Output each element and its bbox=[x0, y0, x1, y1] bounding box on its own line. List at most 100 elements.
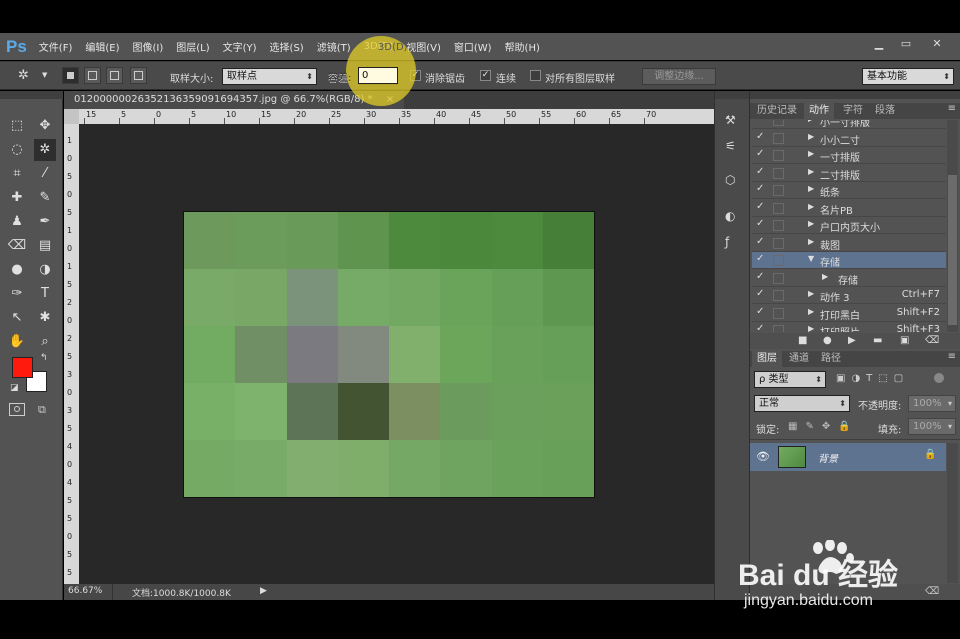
action-dialog-toggle[interactable] bbox=[773, 167, 784, 179]
quick-mask-icon[interactable] bbox=[9, 403, 25, 416]
collapsed-triangle-icon[interactable]: ▶ bbox=[808, 184, 814, 193]
action-enabled-check-icon[interactable]: ✓ bbox=[756, 201, 764, 212]
action-dialog-toggle[interactable] bbox=[773, 255, 784, 266]
tab-layers[interactable]: 图层 bbox=[752, 351, 782, 367]
tool-preset-arrow-icon[interactable]: ▼ bbox=[42, 71, 47, 79]
action-row[interactable]: ✓ ▶ 打印照片 Shift+F3 bbox=[752, 322, 946, 332]
action-enabled-check-icon[interactable]: ✓ bbox=[756, 323, 764, 332]
play-icon[interactable]: ▶ bbox=[848, 335, 856, 346]
collapsed-triangle-icon[interactable]: ▶ bbox=[808, 237, 814, 246]
action-dialog-toggle[interactable] bbox=[773, 325, 784, 332]
zoom-tool-icon[interactable]: ⌕ bbox=[34, 331, 56, 353]
action-dialog-toggle[interactable] bbox=[773, 132, 784, 144]
clone-stamp-tool-icon[interactable]: ♟ bbox=[6, 211, 28, 233]
menu-layer[interactable]: 图层(L) bbox=[176, 39, 209, 54]
action-dialog-toggle[interactable] bbox=[773, 307, 784, 319]
action-row[interactable]: ✓ ▼ 存储 bbox=[752, 252, 946, 269]
collapsed-triangle-icon[interactable]: ▶ bbox=[808, 167, 814, 176]
layers-scrollbar[interactable] bbox=[947, 443, 958, 583]
collapsed-triangle-icon[interactable]: ▶ bbox=[808, 289, 814, 298]
action-row[interactable]: ✓ ▶ 一寸排版 bbox=[752, 147, 946, 164]
magic-wand-icon[interactable]: ✲ bbox=[18, 68, 29, 83]
intersect-selection-button[interactable] bbox=[130, 67, 147, 84]
action-enabled-check-icon[interactable]: ✓ bbox=[756, 131, 764, 142]
tab-actions[interactable]: 动作 bbox=[804, 103, 834, 119]
menu-file[interactable]: 文件(F) bbox=[39, 39, 73, 54]
action-dialog-toggle[interactable] bbox=[773, 185, 784, 196]
action-row[interactable]: ✓ ▶ 名片PB bbox=[752, 200, 946, 217]
status-menu-arrow-icon[interactable]: ▶ bbox=[260, 586, 267, 596]
fill-input[interactable]: 100% ▾ bbox=[908, 418, 956, 435]
collapsed-triangle-icon[interactable]: ▶ bbox=[808, 202, 814, 211]
restore-button[interactable]: ▭ bbox=[895, 37, 917, 51]
lasso-tool-icon[interactable]: ◌ bbox=[6, 139, 28, 161]
action-enabled-check-icon[interactable]: ✓ bbox=[756, 288, 764, 299]
tab-paths[interactable]: 路径 bbox=[816, 351, 846, 367]
action-enabled-check-icon[interactable]: ✓ bbox=[756, 183, 764, 194]
stop-icon[interactable]: ■ bbox=[798, 335, 807, 346]
new-set-icon[interactable]: ▬ bbox=[873, 335, 882, 346]
delete-action-icon[interactable]: ⌫ bbox=[925, 335, 939, 346]
default-colors-icon[interactable]: ◪ bbox=[10, 383, 19, 393]
collapsed-triangle-icon[interactable]: ▶ bbox=[822, 272, 828, 281]
brush-tool-icon[interactable]: ✎ bbox=[34, 187, 56, 209]
menu-edit[interactable]: 编辑(E) bbox=[85, 39, 119, 54]
menu-view[interactable]: 视图(V) bbox=[406, 39, 441, 54]
collapsed-triangle-icon[interactable]: ▶ bbox=[808, 307, 814, 316]
action-dialog-toggle[interactable] bbox=[773, 290, 784, 301]
actions-scrollbar[interactable] bbox=[947, 120, 958, 332]
pen-tool-icon[interactable]: ✑ bbox=[6, 283, 28, 305]
menu-image[interactable]: 图像(I) bbox=[132, 39, 163, 54]
collapsed-triangle-icon[interactable]: ▶ bbox=[808, 149, 814, 158]
action-dialog-toggle[interactable] bbox=[773, 120, 784, 126]
action-row[interactable]: ✓ ▶ 户口内页大小 bbox=[752, 217, 946, 234]
eyedropper-tool-icon[interactable]: ⁄ bbox=[34, 163, 56, 185]
action-row[interactable]: ✓ ▶ 小一寸排版 bbox=[752, 120, 946, 129]
marquee-tool-icon[interactable]: ⬚ bbox=[6, 115, 28, 137]
foreground-color-swatch[interactable] bbox=[12, 357, 33, 378]
menu-filter[interactable]: 滤镜(T) bbox=[317, 39, 351, 54]
tab-paragraph[interactable]: 段落 bbox=[870, 103, 900, 119]
ruler-origin[interactable] bbox=[64, 109, 79, 124]
layer-name[interactable]: 背景 bbox=[818, 450, 838, 465]
menu-type[interactable]: 文字(Y) bbox=[223, 39, 257, 54]
action-enabled-check-icon[interactable]: ✓ bbox=[756, 148, 764, 159]
layer-row-background[interactable]: 👁 背景 🔒 bbox=[750, 443, 946, 471]
action-enabled-check-icon[interactable]: ✓ bbox=[756, 236, 764, 247]
collapsed-triangle-icon[interactable]: ▶ bbox=[808, 120, 814, 123]
hand-tool-icon[interactable]: ✋ bbox=[6, 331, 28, 353]
3d-panel-icon[interactable]: ⬡ bbox=[725, 173, 735, 187]
collapsed-triangle-icon[interactable]: ▶ bbox=[808, 219, 814, 228]
action-enabled-check-icon[interactable]: ✓ bbox=[756, 306, 764, 317]
layers-panel-menu-icon[interactable]: ≡ bbox=[948, 351, 956, 362]
opacity-input[interactable]: 100% ▾ bbox=[908, 395, 956, 412]
contiguous-checkbox[interactable]: ✓ bbox=[480, 70, 491, 81]
action-row[interactable]: ✓ ▶ 裁图 bbox=[752, 235, 946, 252]
fx-panel-icon[interactable]: ƒ bbox=[725, 235, 729, 249]
action-enabled-check-icon[interactable]: ✓ bbox=[756, 120, 764, 124]
action-enabled-check-icon[interactable]: ✓ bbox=[756, 253, 764, 264]
action-row[interactable]: ✓ ▶ 纸条 bbox=[752, 182, 946, 199]
new-selection-button[interactable] bbox=[62, 67, 79, 84]
visibility-eye-icon[interactable]: 👁 bbox=[756, 450, 770, 463]
menu-select[interactable]: 选择(S) bbox=[270, 39, 304, 54]
screen-mode-icon[interactable]: ⧉ bbox=[38, 403, 54, 416]
action-enabled-check-icon[interactable]: ✓ bbox=[756, 166, 764, 177]
eraser-tool-icon[interactable]: ⌫ bbox=[6, 235, 28, 257]
image-canvas[interactable] bbox=[184, 212, 594, 497]
layer-filter-select[interactable]: ρ 类型 ⬍ bbox=[754, 371, 826, 388]
healing-brush-tool-icon[interactable]: ✚ bbox=[6, 187, 28, 209]
menu-3d-overlay[interactable]: 3D(D) bbox=[378, 42, 408, 53]
crop-tool-icon[interactable]: ⌗ bbox=[6, 163, 28, 185]
move-tool-icon[interactable]: ✥ bbox=[34, 115, 56, 137]
collapsed-triangle-icon[interactable]: ▶ bbox=[808, 132, 814, 141]
tab-character[interactable]: 字符 bbox=[838, 103, 868, 119]
gradient-tool-icon[interactable]: ▤ bbox=[34, 235, 56, 257]
action-dialog-toggle[interactable] bbox=[773, 150, 784, 161]
shape-tool-icon[interactable]: ✱ bbox=[34, 307, 56, 329]
all-layers-checkbox[interactable] bbox=[530, 70, 541, 81]
action-dialog-toggle[interactable] bbox=[773, 237, 784, 249]
close-button[interactable]: ✕ bbox=[926, 37, 948, 51]
action-dialog-toggle[interactable] bbox=[773, 202, 784, 214]
action-row[interactable]: ✓ ▶ 打印黑白 Shift+F2 bbox=[752, 305, 946, 322]
